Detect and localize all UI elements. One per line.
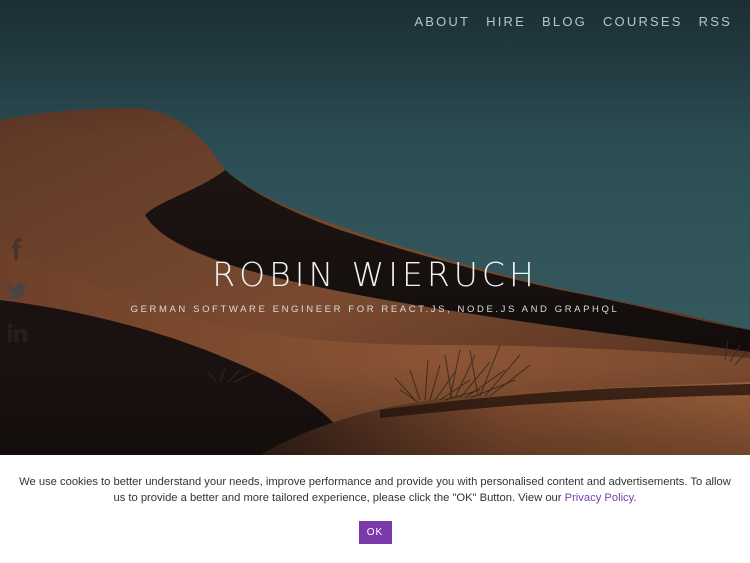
- cookie-ok-button[interactable]: OK: [358, 520, 392, 544]
- cookie-message-end: .: [633, 492, 637, 505]
- cookie-banner: We use cookies to better understand your…: [0, 455, 750, 563]
- nav-rss-link[interactable]: RSS: [699, 14, 732, 29]
- nav-blog-link[interactable]: BLOG: [542, 14, 587, 29]
- hero-section: ABOUT HIRE BLOG COURSES RSS ROBIN WIERUC…: [0, 0, 750, 455]
- site-subtitle: GERMAN SOFTWARE ENGINEER FOR REACT.JS, N…: [130, 304, 620, 315]
- linkedin-icon[interactable]: [6, 322, 28, 344]
- top-navigation: ABOUT HIRE BLOG COURSES RSS: [414, 14, 732, 29]
- cookie-message: We use cookies to better understand your…: [14, 474, 736, 507]
- page: ABOUT HIRE BLOG COURSES RSS ROBIN WIERUC…: [0, 0, 750, 563]
- privacy-policy-link[interactable]: Privacy Policy: [565, 492, 634, 504]
- desert-background-image: [0, 0, 750, 455]
- site-title: ROBIN WIERUCH: [212, 255, 538, 294]
- hero-title-block: ROBIN WIERUCH GERMAN SOFTWARE ENGINEER F…: [0, 252, 750, 315]
- nav-hire-link[interactable]: HIRE: [486, 14, 526, 29]
- nav-about-link[interactable]: ABOUT: [414, 14, 470, 29]
- nav-courses-link[interactable]: COURSES: [603, 14, 683, 29]
